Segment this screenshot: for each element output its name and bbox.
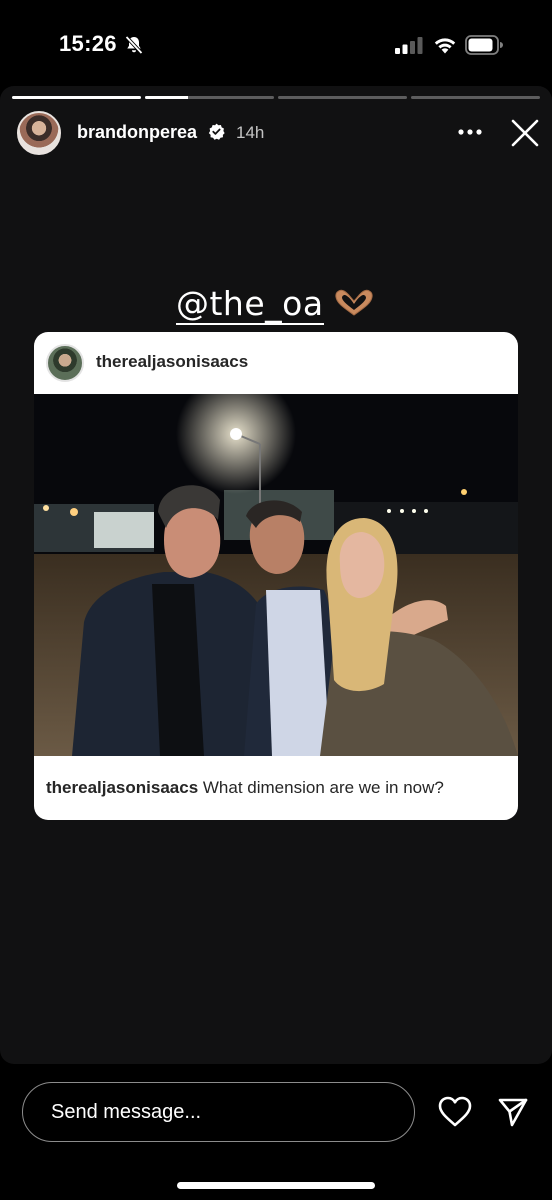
progress-segment [145, 96, 274, 99]
story-progress-bar [12, 96, 540, 99]
shared-post-caption: therealjasonisaacs What dimension are we… [46, 778, 444, 798]
progress-fill [12, 96, 141, 99]
author-avatar[interactable] [17, 111, 61, 155]
heart-hands-emoji [335, 289, 373, 316]
status-time: 15:26 [59, 31, 117, 56]
send-message-input[interactable] [22, 1082, 415, 1142]
close-icon[interactable] [509, 117, 541, 149]
more-options-icon[interactable] [456, 120, 484, 144]
mention-text[interactable]: @the_oa [175, 284, 324, 325]
status-bar: 15:26 [0, 0, 552, 88]
bell-slash-icon [125, 35, 143, 55]
wifi-icon [434, 38, 456, 54]
home-indicator[interactable] [177, 1182, 375, 1189]
reply-bar [0, 1064, 552, 1200]
author-username[interactable]: brandonperea [77, 122, 197, 143]
shared-post-photo [34, 394, 518, 756]
caption-text: What dimension are we in now? [198, 778, 444, 797]
progress-fill [145, 96, 188, 99]
battery-icon [465, 35, 503, 55]
shared-post-avatar [46, 344, 84, 382]
shared-post-username: therealjasonisaacs [96, 352, 249, 371]
progress-segment [12, 96, 141, 99]
shared-post-card[interactable]: therealjasonisaacs therealjasonisaacs Wh… [34, 332, 518, 820]
send-icon[interactable] [497, 1096, 529, 1128]
story-header: brandonperea 14h [0, 108, 552, 158]
heart-icon[interactable] [438, 1096, 472, 1128]
cellular-signal-icon [395, 37, 423, 54]
progress-segment [411, 96, 540, 99]
caption-username: therealjasonisaacs [46, 778, 199, 797]
mention-sticker[interactable]: @the_oa [0, 284, 552, 325]
post-time-ago: 14h [236, 123, 265, 142]
verified-badge-icon [208, 123, 225, 140]
progress-segment [278, 96, 407, 99]
story-viewer[interactable]: brandonperea 14h @the_oa therealjasonisa… [0, 86, 552, 1064]
